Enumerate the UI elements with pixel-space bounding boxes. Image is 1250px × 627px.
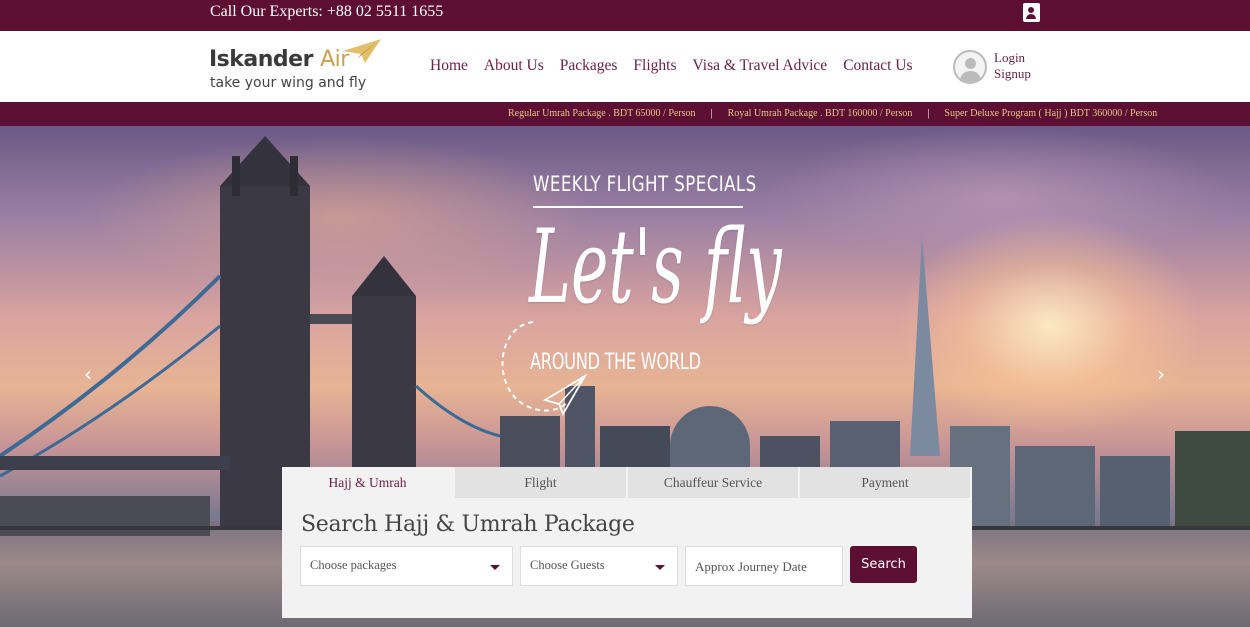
user-avatar-icon[interactable] [953, 50, 987, 84]
login-link[interactable]: Login [994, 50, 1031, 66]
promo-kicker: WEEKLY FLIGHT SPECIALS [533, 172, 757, 196]
slider-prev-arrow[interactable]: ‹ [84, 362, 92, 386]
ticker-item[interactable]: Super Deluxe Program ( Hajj ) BDT 360000… [944, 108, 1157, 119]
account-links: Login Signup [994, 50, 1031, 82]
tab-hajj-umrah[interactable]: Hajj & Umrah [282, 467, 453, 498]
nav-home[interactable]: Home [430, 57, 468, 75]
main-nav: Home About Us Packages Flights Visa & Tr… [430, 57, 929, 75]
top-bar: Call Our Experts: +88 02 5511 1655 [0, 0, 1250, 31]
packages-select[interactable]: Choose packages [300, 546, 513, 586]
signup-link[interactable]: Signup [994, 66, 1031, 82]
nav-contact-us[interactable]: Contact Us [843, 57, 912, 75]
logo-tagline: take your wing and fly [210, 75, 367, 91]
chevron-down-icon [490, 565, 500, 570]
tab-flight[interactable]: Flight [455, 467, 626, 498]
search-button[interactable]: Search [850, 546, 917, 583]
nav-flights[interactable]: Flights [633, 57, 676, 75]
search-heading: Search Hajj & Umrah Package [301, 512, 635, 537]
address-book-icon[interactable] [1023, 3, 1040, 22]
tab-chauffeur-service[interactable]: Chauffeur Service [628, 467, 798, 498]
ticker-separator: | [927, 108, 930, 119]
nav-visa-travel-advice[interactable]: Visa & Travel Advice [693, 57, 828, 75]
nav-packages[interactable]: Packages [560, 57, 618, 75]
site-header: Iskander Air take your wing and fly Home… [0, 31, 1250, 102]
hero-promo: WEEKLY FLIGHT SPECIALS Let's fly AROUND … [493, 172, 782, 432]
paper-plane-logo-icon [343, 39, 381, 63]
slider-next-arrow[interactable]: › [1157, 362, 1165, 386]
journey-date-placeholder: Approx Journey Date [695, 559, 807, 574]
experts-phone[interactable]: Call Our Experts: +88 02 5511 1655 [210, 3, 443, 21]
ticker-separator: | [710, 108, 713, 119]
guests-select-value: Choose Guests [530, 558, 605, 572]
search-tabs: Hajj & Umrah Flight Chauffeur Service Pa… [282, 467, 972, 498]
ticker-item[interactable]: Royal Umrah Package . BDT 160000 / Perso… [728, 108, 913, 119]
logo-brand: Iskander Air [209, 47, 349, 72]
nav-about-us[interactable]: About Us [484, 57, 544, 75]
package-ticker: Regular Umrah Package . BDT 65000 / Pers… [0, 102, 1250, 126]
ticker-items: Regular Umrah Package . BDT 65000 / Pers… [508, 108, 1157, 119]
guests-select[interactable]: Choose Guests [520, 546, 678, 586]
chevron-down-icon [655, 565, 665, 570]
search-panel: Hajj & Umrah Flight Chauffeur Service Pa… [282, 467, 972, 618]
ticker-item[interactable]: Regular Umrah Package . BDT 65000 / Pers… [508, 108, 696, 119]
logo[interactable]: Iskander Air take your wing and fly [209, 39, 389, 97]
promo-subline: AROUND THE WORLD [530, 350, 701, 375]
packages-select-value: Choose packages [310, 558, 397, 572]
tab-payment[interactable]: Payment [800, 467, 970, 498]
journey-date-input[interactable]: Approx Journey Date [685, 546, 843, 586]
